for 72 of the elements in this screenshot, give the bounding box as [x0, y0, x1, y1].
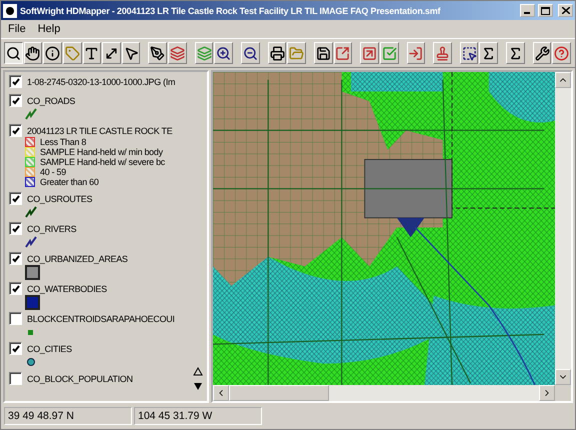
class-label: Less Than 8 [40, 137, 86, 147]
app-icon [3, 4, 17, 18]
layer-checkbox[interactable] [9, 372, 22, 385]
layer-name[interactable]: CO_WATERBODIES [27, 284, 107, 294]
horizontal-scrollbar[interactable] [213, 385, 555, 401]
layer-name[interactable]: CO_URBANIZED_AREAS [27, 254, 128, 264]
export-icon [335, 46, 350, 60]
layers-icon [170, 46, 185, 60]
minimize-button[interactable] [520, 4, 535, 17]
vertical-scrollbar[interactable] [555, 72, 571, 385]
wrench-icon [534, 46, 550, 60]
toolbar-button[interactable] [4, 42, 23, 64]
check-icon [12, 126, 20, 134]
close-button[interactable] [558, 4, 573, 17]
layer-checkbox[interactable] [9, 75, 22, 88]
help-icon [554, 46, 570, 60]
layer-checkbox[interactable] [9, 94, 22, 107]
layer-checkbox[interactable] [9, 222, 22, 235]
folder-icon [289, 46, 304, 60]
class-label: Greater than 60 [40, 177, 99, 187]
menu-item[interactable]: Help [32, 23, 66, 35]
zoom-in-icon [216, 46, 232, 60]
maximize-icon [541, 6, 550, 14]
class-label: SAMPLE Hand-held w/ severe bc [40, 157, 165, 167]
printer-icon [270, 46, 284, 60]
check-icon [12, 284, 20, 292]
check-icon [12, 224, 20, 232]
close-icon [562, 7, 570, 14]
pointer-icon [124, 46, 139, 60]
maximize-button[interactable] [538, 4, 553, 17]
scroll-up-icon[interactable] [193, 367, 203, 377]
resize-arrow-icon [104, 46, 120, 60]
layer-name[interactable]: 20041123 LR TILE CASTLE ROCK TE [27, 126, 172, 136]
layer-name[interactable]: 1-08-2745-0320-13-1000-1000.JPG (Im [27, 76, 176, 86]
layer-checkbox[interactable] [9, 342, 22, 355]
pen-icon [150, 46, 166, 60]
layer-name[interactable]: CO_ROADS [27, 96, 76, 106]
layer-checkbox[interactable] [9, 282, 22, 295]
stamp-icon [434, 46, 450, 60]
layer-name[interactable]: CO_RIVERS [27, 224, 76, 234]
info-icon [45, 46, 60, 60]
layer-name[interactable]: CO_CITIES [27, 344, 72, 354]
layer-name[interactable]: CO_BLOCK_POPULATION [27, 374, 133, 384]
menu-item[interactable]: File [3, 23, 31, 35]
check-icon [12, 344, 20, 352]
zoom-out-icon [242, 46, 258, 60]
check-icon [12, 254, 20, 262]
select-icon [462, 46, 477, 60]
layers-icon [196, 46, 212, 60]
window-title: SoftWright HDMapper - 20041123 LR Tile Castle Rock Test Facility LR TIL IMAGE FAQ Presentation.smf [20, 6, 442, 16]
layer-checkbox[interactable] [9, 192, 22, 205]
text-icon [84, 46, 100, 60]
coordinate-field: 104 45 31.79 W [134, 407, 262, 425]
save-icon [316, 46, 331, 60]
check-icon [12, 194, 20, 202]
class-label: SAMPLE Hand-held w/ min body [40, 147, 163, 157]
hand-icon [25, 46, 40, 60]
export-icon [362, 46, 378, 60]
layer-checkbox[interactable] [9, 252, 22, 265]
tag-icon [64, 46, 80, 60]
layer-name[interactable]: CO_USROUTES [27, 194, 92, 204]
search-icon [6, 46, 21, 60]
layer-name[interactable]: BLOCKCENTROIDSARAPAHOECOUI [27, 314, 175, 324]
check-icon [12, 78, 20, 86]
scrollbar-thumb[interactable] [229, 385, 329, 401]
class-label: 40 - 59 [40, 167, 66, 177]
coordinate-field: 39 49 48.97 N [4, 407, 132, 425]
layer-checkbox[interactable] [9, 124, 22, 137]
check-icon [12, 96, 20, 104]
checkbox-icon [382, 46, 397, 60]
import-icon [408, 46, 424, 60]
layer-checkbox[interactable] [9, 312, 22, 325]
